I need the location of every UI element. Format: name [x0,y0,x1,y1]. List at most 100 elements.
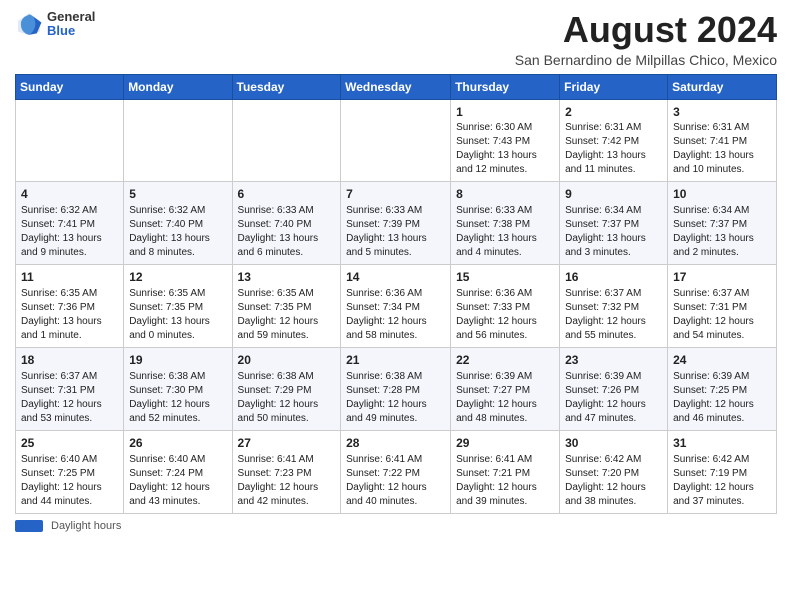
day-number: 24 [673,352,771,369]
weekday-header-wednesday: Wednesday [341,74,451,99]
calendar-table: SundayMondayTuesdayWednesdayThursdayFrid… [15,74,777,514]
day-cell: 25Sunrise: 6:40 AMSunset: 7:25 PMDayligh… [16,430,124,513]
calendar-body: 1Sunrise: 6:30 AMSunset: 7:43 PMDaylight… [16,99,777,513]
day-cell: 9Sunrise: 6:34 AMSunset: 7:37 PMDaylight… [560,182,668,265]
day-info: Sunrise: 6:38 AMSunset: 7:30 PMDaylight:… [129,370,226,426]
day-number: 29 [456,435,554,452]
day-number: 15 [456,269,554,286]
day-info: Sunrise: 6:41 AMSunset: 7:22 PMDaylight:… [346,453,445,509]
day-number: 5 [129,186,226,203]
day-number: 23 [565,352,662,369]
day-info: Sunrise: 6:32 AMSunset: 7:40 PMDaylight:… [129,204,226,260]
day-info: Sunrise: 6:34 AMSunset: 7:37 PMDaylight:… [673,204,771,260]
day-number: 9 [565,186,662,203]
day-cell [16,99,124,182]
day-info: Sunrise: 6:40 AMSunset: 7:24 PMDaylight:… [129,453,226,509]
day-cell: 28Sunrise: 6:41 AMSunset: 7:22 PMDayligh… [341,430,451,513]
weekday-header-tuesday: Tuesday [232,74,341,99]
day-cell [124,99,232,182]
day-info: Sunrise: 6:38 AMSunset: 7:28 PMDaylight:… [346,370,445,426]
weekday-header-row: SundayMondayTuesdayWednesdayThursdayFrid… [16,74,777,99]
day-info: Sunrise: 6:30 AMSunset: 7:43 PMDaylight:… [456,121,554,177]
day-cell: 12Sunrise: 6:35 AMSunset: 7:35 PMDayligh… [124,265,232,348]
day-cell: 21Sunrise: 6:38 AMSunset: 7:28 PMDayligh… [341,347,451,430]
day-number: 22 [456,352,554,369]
day-number: 2 [565,104,662,121]
day-info: Sunrise: 6:36 AMSunset: 7:34 PMDaylight:… [346,287,445,343]
day-number: 10 [673,186,771,203]
day-cell: 19Sunrise: 6:38 AMSunset: 7:30 PMDayligh… [124,347,232,430]
day-number: 1 [456,104,554,121]
day-number: 27 [238,435,336,452]
day-info: Sunrise: 6:34 AMSunset: 7:37 PMDaylight:… [565,204,662,260]
daylight-swatch [15,520,43,532]
day-info: Sunrise: 6:39 AMSunset: 7:26 PMDaylight:… [565,370,662,426]
day-info: Sunrise: 6:35 AMSunset: 7:36 PMDaylight:… [21,287,118,343]
day-info: Sunrise: 6:39 AMSunset: 7:25 PMDaylight:… [673,370,771,426]
calendar-title: August 2024 [515,10,777,50]
day-number: 30 [565,435,662,452]
day-cell [341,99,451,182]
calendar-subtitle: San Bernardino de Milpillas Chico, Mexic… [515,52,777,68]
weekday-header-saturday: Saturday [668,74,777,99]
weekday-header-friday: Friday [560,74,668,99]
day-cell: 8Sunrise: 6:33 AMSunset: 7:38 PMDaylight… [451,182,560,265]
day-number: 25 [21,435,118,452]
day-cell: 23Sunrise: 6:39 AMSunset: 7:26 PMDayligh… [560,347,668,430]
day-number: 11 [21,269,118,286]
logo-text: General Blue [47,10,95,39]
day-cell: 16Sunrise: 6:37 AMSunset: 7:32 PMDayligh… [560,265,668,348]
day-info: Sunrise: 6:38 AMSunset: 7:29 PMDaylight:… [238,370,336,426]
day-info: Sunrise: 6:39 AMSunset: 7:27 PMDaylight:… [456,370,554,426]
week-row-2: 4Sunrise: 6:32 AMSunset: 7:41 PMDaylight… [16,182,777,265]
logo: General Blue [15,10,95,39]
day-cell: 15Sunrise: 6:36 AMSunset: 7:33 PMDayligh… [451,265,560,348]
day-cell: 7Sunrise: 6:33 AMSunset: 7:39 PMDaylight… [341,182,451,265]
header: General Blue August 2024 San Bernardino … [15,10,777,68]
day-info: Sunrise: 6:35 AMSunset: 7:35 PMDaylight:… [238,287,336,343]
day-number: 28 [346,435,445,452]
day-cell: 27Sunrise: 6:41 AMSunset: 7:23 PMDayligh… [232,430,341,513]
day-number: 21 [346,352,445,369]
day-number: 17 [673,269,771,286]
day-number: 6 [238,186,336,203]
title-block: August 2024 San Bernardino de Milpillas … [515,10,777,68]
day-info: Sunrise: 6:37 AMSunset: 7:31 PMDaylight:… [673,287,771,343]
day-info: Sunrise: 6:32 AMSunset: 7:41 PMDaylight:… [21,204,118,260]
weekday-header-monday: Monday [124,74,232,99]
day-cell: 29Sunrise: 6:41 AMSunset: 7:21 PMDayligh… [451,430,560,513]
day-info: Sunrise: 6:37 AMSunset: 7:32 PMDaylight:… [565,287,662,343]
day-info: Sunrise: 6:42 AMSunset: 7:20 PMDaylight:… [565,453,662,509]
week-row-3: 11Sunrise: 6:35 AMSunset: 7:36 PMDayligh… [16,265,777,348]
day-info: Sunrise: 6:35 AMSunset: 7:35 PMDaylight:… [129,287,226,343]
day-cell: 5Sunrise: 6:32 AMSunset: 7:40 PMDaylight… [124,182,232,265]
calendar-page: General Blue August 2024 San Bernardino … [0,0,792,612]
day-number: 8 [456,186,554,203]
day-number: 7 [346,186,445,203]
day-info: Sunrise: 6:36 AMSunset: 7:33 PMDaylight:… [456,287,554,343]
day-cell: 6Sunrise: 6:33 AMSunset: 7:40 PMDaylight… [232,182,341,265]
weekday-header-sunday: Sunday [16,74,124,99]
day-cell: 18Sunrise: 6:37 AMSunset: 7:31 PMDayligh… [16,347,124,430]
day-info: Sunrise: 6:31 AMSunset: 7:42 PMDaylight:… [565,121,662,177]
day-number: 16 [565,269,662,286]
week-row-1: 1Sunrise: 6:30 AMSunset: 7:43 PMDaylight… [16,99,777,182]
daylight-label: Daylight hours [51,520,121,532]
day-number: 20 [238,352,336,369]
day-number: 3 [673,104,771,121]
day-cell: 31Sunrise: 6:42 AMSunset: 7:19 PMDayligh… [668,430,777,513]
day-cell: 20Sunrise: 6:38 AMSunset: 7:29 PMDayligh… [232,347,341,430]
day-cell: 10Sunrise: 6:34 AMSunset: 7:37 PMDayligh… [668,182,777,265]
day-info: Sunrise: 6:41 AMSunset: 7:21 PMDaylight:… [456,453,554,509]
day-cell: 4Sunrise: 6:32 AMSunset: 7:41 PMDaylight… [16,182,124,265]
day-cell: 11Sunrise: 6:35 AMSunset: 7:36 PMDayligh… [16,265,124,348]
day-info: Sunrise: 6:33 AMSunset: 7:39 PMDaylight:… [346,204,445,260]
day-cell: 30Sunrise: 6:42 AMSunset: 7:20 PMDayligh… [560,430,668,513]
footer: Daylight hours [15,520,777,532]
week-row-4: 18Sunrise: 6:37 AMSunset: 7:31 PMDayligh… [16,347,777,430]
day-info: Sunrise: 6:37 AMSunset: 7:31 PMDaylight:… [21,370,118,426]
day-cell: 3Sunrise: 6:31 AMSunset: 7:41 PMDaylight… [668,99,777,182]
day-number: 4 [21,186,118,203]
day-cell: 24Sunrise: 6:39 AMSunset: 7:25 PMDayligh… [668,347,777,430]
logo-icon [15,10,43,38]
